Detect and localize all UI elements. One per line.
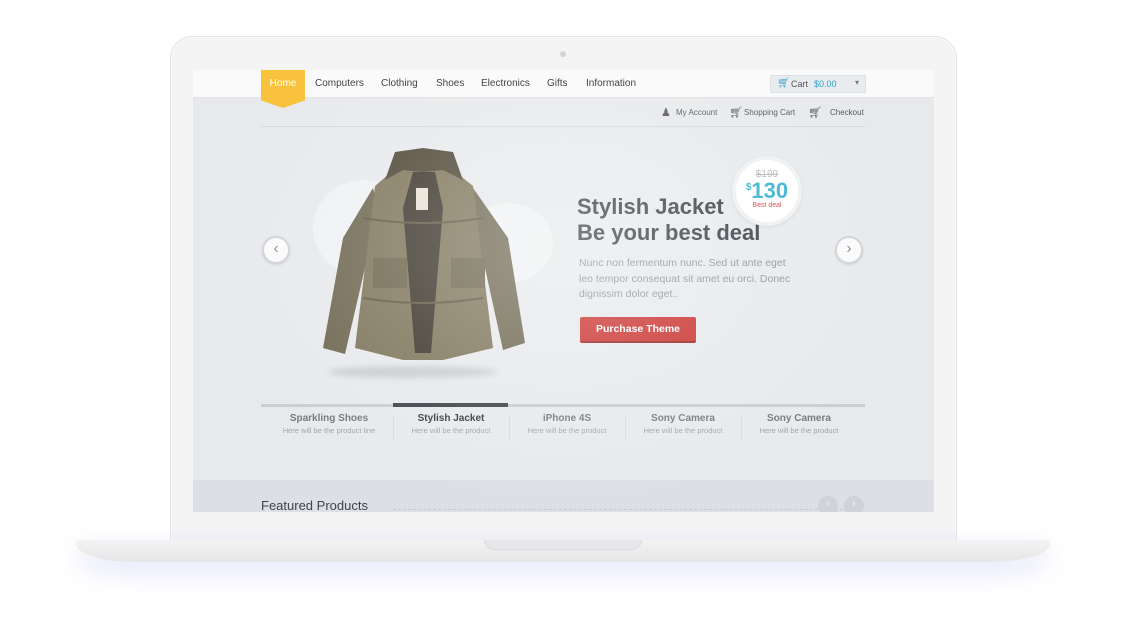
cart-amount: $0.00: [814, 79, 837, 89]
slide-tab-title: Sparkling Shoes: [289, 413, 369, 424]
chevron-right-icon: ›: [846, 240, 852, 257]
hero-description: Nunc non fermentum nunc. Sed ut ante ege…: [579, 257, 791, 300]
slide-tab-active[interactable]: Stylish Jacket Here will be the product: [393, 413, 509, 435]
slider-progress-indicator: [393, 403, 508, 407]
nav-item-electronics[interactable]: Electronics: [481, 78, 530, 89]
shopping-cart-icon: 🛒︎: [777, 78, 790, 89]
slide-tab-title: Stylish Jacket: [417, 413, 485, 424]
top-navigation: Home Computers Clothing Shoes Electronic…: [193, 70, 934, 108]
cart-dropdown[interactable]: 🛒︎ Cart $0.00 ▾: [770, 75, 866, 93]
slider-prev-button[interactable]: ‹: [262, 236, 290, 264]
new-price-value: 130: [751, 178, 789, 203]
nav-item-clothing[interactable]: Clothing: [381, 78, 418, 89]
cart-label: Cart: [791, 79, 809, 89]
currency-symbol: $: [745, 182, 752, 193]
jacket-image: [313, 148, 553, 360]
slide-tab[interactable]: Sony Camera Here will be the product: [625, 413, 741, 435]
chevron-down-icon: ▾: [855, 78, 860, 87]
camera-dot: [560, 51, 566, 57]
my-account-link[interactable]: My Account: [676, 108, 717, 117]
hero-title-line2: Be your best deal: [577, 220, 761, 245]
checkout-link[interactable]: Checkout: [830, 108, 864, 117]
slide-tab-subtitle: Here will be the product: [643, 426, 723, 435]
slide-tab-subtitle: Here will be the product: [411, 426, 491, 435]
slide-tab-title: Sony Camera: [767, 413, 831, 424]
slide-tab-title: Sony Camera: [651, 413, 715, 424]
new-price: $130: [736, 178, 798, 204]
chevron-left-icon: ‹: [826, 498, 830, 510]
nav-item-gifts[interactable]: Gifts: [547, 78, 568, 89]
price-badge: $199 $130 Best deal: [732, 156, 802, 226]
slider-progress-track: [261, 404, 865, 407]
featured-next-button[interactable]: ›: [844, 496, 864, 512]
cart-arrow-icon: 🛒︎: [808, 107, 822, 119]
nav-item-information[interactable]: Information: [586, 78, 636, 89]
nav-item-home[interactable]: Home: [261, 70, 305, 108]
featured-prev-button[interactable]: ‹: [818, 496, 838, 512]
slider-next-button[interactable]: ›: [835, 236, 863, 264]
nav-item-home-label: Home: [269, 78, 297, 89]
slide-tab-subtitle: Here will be the product: [759, 426, 839, 435]
best-deal-label: Best deal: [752, 202, 782, 209]
slide-tab-subtitle: Here will be the product: [527, 426, 607, 435]
chevron-right-icon: ›: [852, 498, 856, 510]
shopping-cart-link[interactable]: Shopping Cart: [744, 108, 795, 117]
website-screen: Home Computers Clothing Shoes Electronic…: [193, 70, 934, 512]
purchase-theme-button[interactable]: Purchase Theme: [580, 317, 696, 343]
slide-tab-subtitle: Here will be the product line: [282, 426, 376, 435]
featured-title: Featured Products: [261, 498, 368, 512]
divider: [261, 126, 865, 127]
slide-tab[interactable]: iPhone 4S Here will be the product: [509, 413, 625, 435]
nav-item-computers[interactable]: Computers: [315, 78, 364, 89]
slide-tab[interactable]: Sony Camera Here will be the product: [741, 413, 857, 435]
jacket-shadow: [328, 366, 498, 378]
slide-tab[interactable]: Sparkling Shoes Here will be the product…: [271, 413, 387, 435]
user-icon: ♟: [661, 107, 671, 119]
laptop-notch: [484, 540, 642, 550]
divider: [393, 509, 863, 510]
shopping-cart-icon: 🛒︎: [729, 107, 743, 119]
slide-tab-title: iPhone 4S: [542, 413, 592, 424]
chevron-left-icon: ‹: [273, 240, 279, 257]
nav-item-shoes[interactable]: Shoes: [436, 78, 464, 89]
